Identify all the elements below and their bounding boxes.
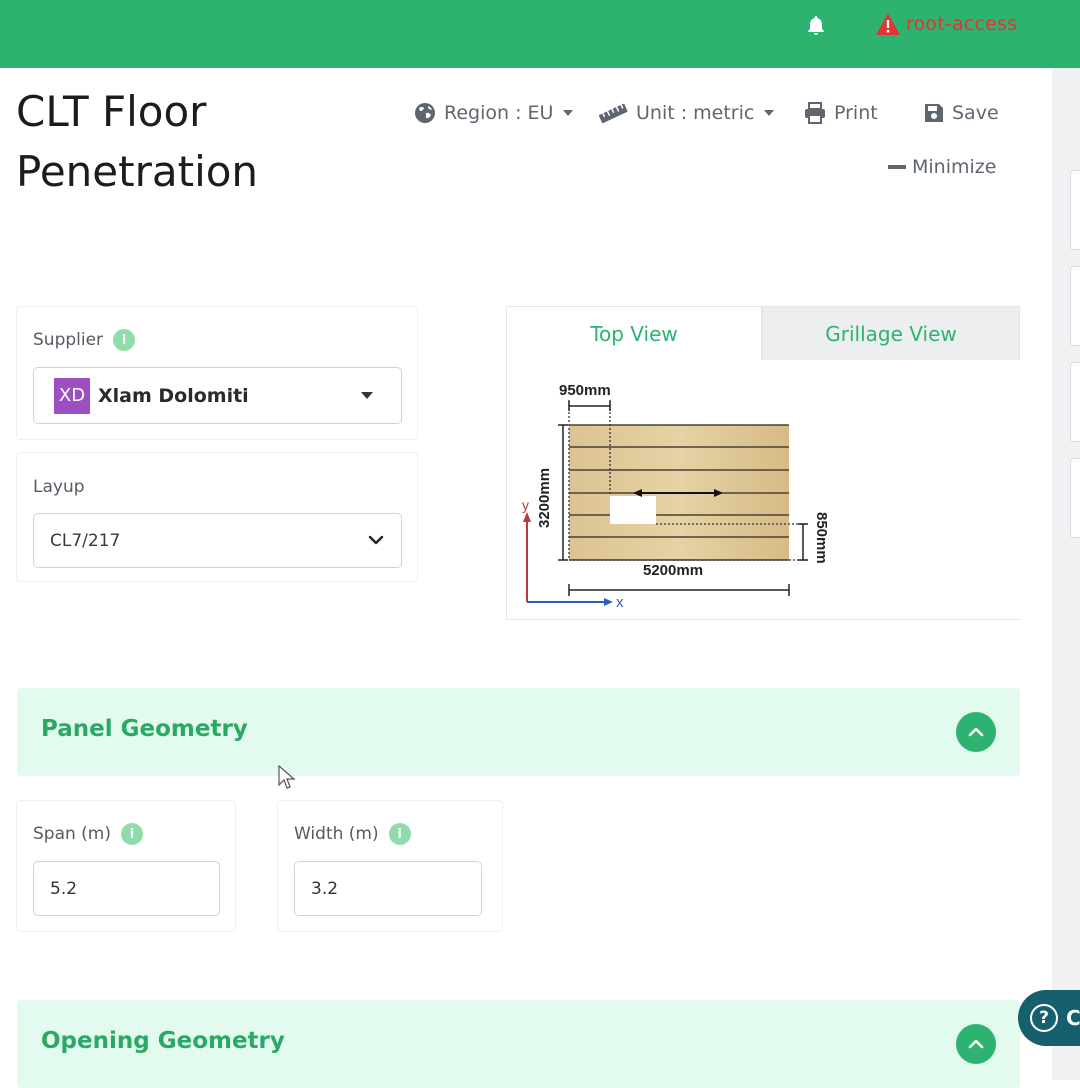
axis-y-label: y [522,497,529,513]
supplier-label-row: Supplier i [33,329,136,351]
axis-x-label: x [616,594,624,611]
info-icon[interactable]: i [113,329,136,351]
root-access-alert[interactable]: root-access [876,13,1017,35]
printer-icon [805,102,825,124]
root-access-label: root-access [906,13,1018,35]
layup-label-row: Layup [33,477,85,497]
region-label: Region : EU [444,102,554,124]
opening-rect [610,496,656,524]
minus-icon [888,165,906,169]
top-view-diagram: 950mm 3200mm 850mm 5200mm y x [506,360,1020,620]
region-dropdown[interactable]: Region : EU [414,98,574,128]
supplier-logo: XD [54,377,90,414]
width-input[interactable]: 3.2 [294,861,482,916]
info-icon[interactable]: i [388,823,411,845]
panel-drawing: 950mm 3200mm 850mm 5200mm y x [522,382,830,611]
globe-icon [415,103,435,123]
ruler-icon [598,103,628,124]
view-tabs: Top View Grillage View [506,306,1020,361]
side-panel-card [1070,170,1080,250]
floppy-disk-icon [925,104,943,122]
span-input[interactable]: 5.2 [33,861,220,916]
dim-bottom-label: 5200mm [643,562,703,579]
collapse-button[interactable] [956,1024,996,1064]
layup-label: Layup [33,477,85,497]
collapse-button[interactable] [956,712,996,752]
width-label-row: Width (m) i [294,823,411,845]
bell-icon[interactable] [804,14,828,38]
opening-geometry-header[interactable]: Opening Geometry [17,1000,1020,1088]
tab-grillage-view[interactable]: Grillage View [762,306,1020,361]
page-title-line2: Penetration [16,147,259,196]
panel-geometry-header[interactable]: Panel Geometry [17,688,1020,776]
supplier-value: Xlam Dolomiti [98,384,249,407]
help-chat-button[interactable]: ? C [1018,990,1080,1046]
unit-dropdown[interactable]: Unit : metric [598,98,775,128]
minimize-label: Minimize [912,156,997,178]
opening-geometry-title: Opening Geometry [41,1028,285,1054]
span-label: Span (m) [33,824,112,844]
unit-label: Unit : metric [636,102,755,124]
question-icon: ? [1030,1004,1058,1032]
help-label: C [1066,1006,1080,1030]
warning-icon [876,13,900,35]
dim-right-label: 850mm [813,512,830,564]
layup-value: CL7/217 [50,530,121,551]
span-card: Span (m) i 5.2 [16,800,236,932]
side-panel-card [1070,458,1080,538]
supplier-select[interactable]: XD Xlam Dolomiti [33,367,402,424]
tab-top-view[interactable]: Top View [506,306,762,361]
minimize-button[interactable]: Minimize [888,152,996,182]
chevron-down-icon [764,110,775,116]
page-title-line1: CLT Floor [16,87,207,136]
panel-geometry-title: Panel Geometry [41,716,248,742]
print-button[interactable]: Print [804,98,878,128]
supplier-label: Supplier [33,330,104,350]
print-label: Print [834,102,878,124]
width-card: Width (m) i 3.2 [277,800,503,932]
side-panel-card [1070,266,1080,346]
page-title: CLT Floor Penetration [16,82,258,202]
info-icon[interactable]: i [121,823,144,845]
save-button[interactable]: Save [924,98,999,128]
save-label: Save [952,102,999,124]
chevron-up-icon [968,1039,984,1049]
caret-down-icon [361,392,373,399]
side-panel-card [1070,362,1080,442]
layup-select[interactable]: CL7/217 [33,513,402,568]
supplier-card: Supplier i XD Xlam Dolomiti [16,306,418,440]
layup-card: Layup CL7/217 [16,452,418,582]
top-navbar: root-access [0,0,1080,68]
mouse-cursor-icon [278,765,296,789]
span-label-row: Span (m) i [33,823,144,845]
chevron-down-icon [368,535,384,545]
dim-top-label: 950mm [559,382,611,399]
width-label: Width (m) [294,824,379,844]
chevron-up-icon [968,727,984,737]
chevron-down-icon [563,110,574,116]
dim-left-label: 3200mm [536,468,553,528]
